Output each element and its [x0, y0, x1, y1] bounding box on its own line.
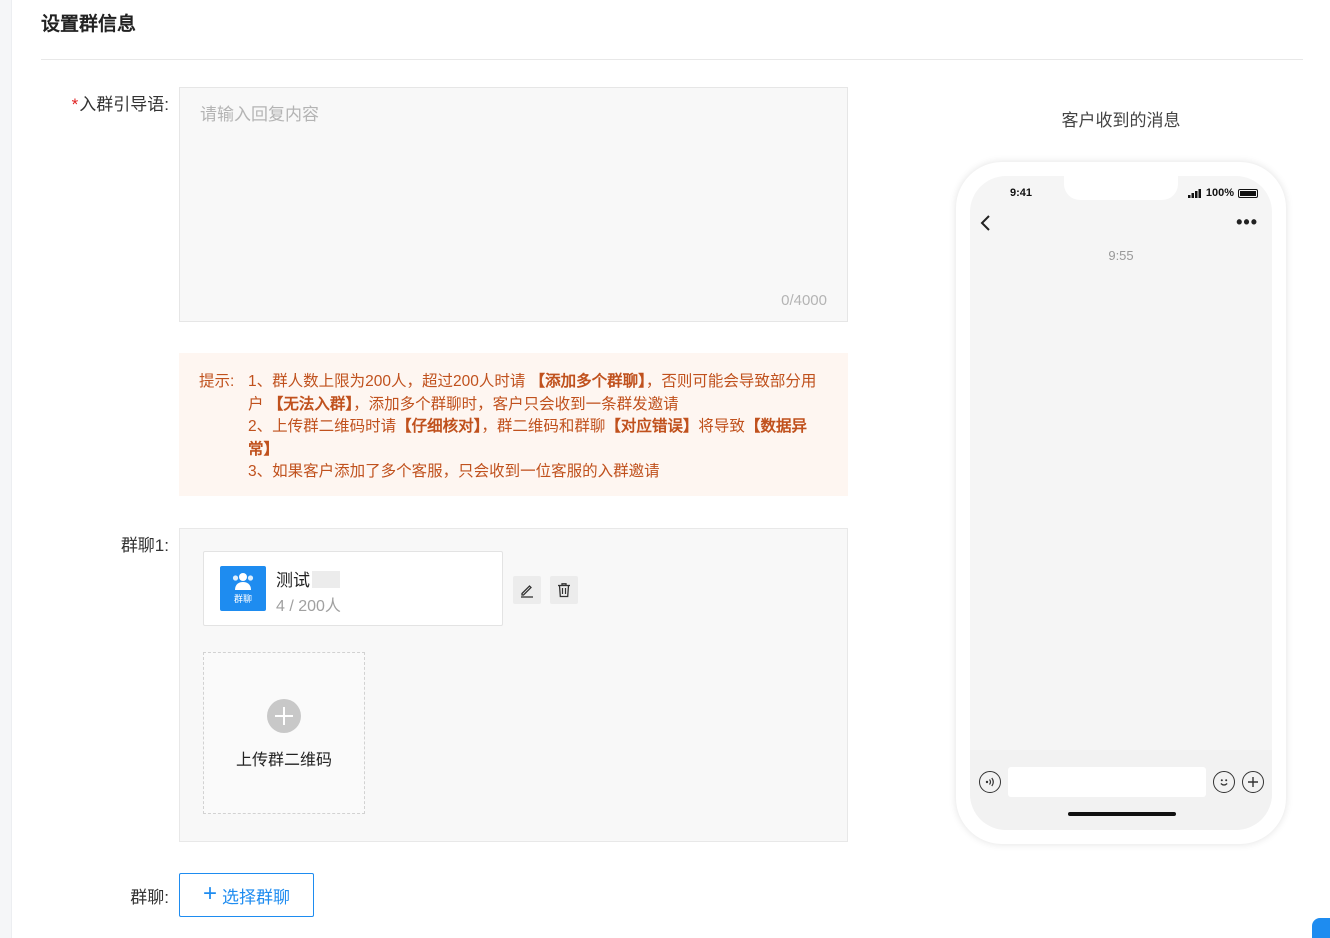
redacted-mask	[312, 571, 340, 588]
title-divider	[41, 59, 1303, 60]
guide-textarea-box: 0/4000	[179, 87, 848, 322]
chat-input-bar	[970, 750, 1272, 830]
left-rail	[0, 0, 12, 938]
phone-screen: 9:41 100% ••• 9:55	[970, 176, 1272, 830]
group-name-wrap: 测试	[276, 566, 340, 591]
tip-text: 1、群人数上限为200人，超过200人时请	[248, 373, 530, 390]
upload-plus-icon	[267, 699, 301, 733]
group-name: 测试	[276, 571, 310, 590]
trash-icon	[558, 583, 570, 598]
signal-icon	[1187, 188, 1201, 198]
battery-icon	[1238, 188, 1258, 198]
group-box: 群聊 测试 4 / 200人 上传群二维码	[179, 528, 848, 842]
tip-text: ，添加多个群聊时，客户只会收到一条群发邀请	[353, 395, 679, 413]
tip-prefix: 提示:	[199, 373, 235, 390]
tip-emphasis: 【仔细核对】	[396, 418, 482, 436]
upload-qrcode-box[interactable]: 上传群二维码	[203, 652, 365, 814]
page-title: 设置群信息	[41, 14, 137, 35]
floating-help-button[interactable]	[1312, 918, 1330, 938]
tip-emphasis: 【对应错误】	[605, 418, 699, 436]
group-label: 群聊:	[130, 888, 169, 907]
add-icon[interactable]	[1242, 771, 1264, 793]
guide-label-text: 入群引导语:	[79, 95, 169, 114]
tip-box: 提示: 1、群人数上限为200人，超过200人时请 【添加多个群聊】，否则可能会…	[179, 353, 848, 496]
tip-emphasis: 【无法入群】	[267, 395, 354, 413]
guide-label: *入群引导语:	[9, 90, 169, 115]
pencil-icon	[521, 585, 533, 598]
group-member-count: 4 / 200人	[276, 598, 341, 615]
tip-lines: 1、群人数上限为200人，超过200人时请 【添加多个群聊】，否则可能会导致部分…	[248, 371, 830, 484]
tip-text: ，群二维码和群聊	[481, 418, 606, 436]
char-counter: 0/4000	[781, 292, 827, 309]
phone-preview: 9:41 100% ••• 9:55	[956, 162, 1286, 844]
select-group-button[interactable]: + 选择群聊	[179, 873, 314, 917]
upload-label: 上传群二维码	[235, 752, 332, 769]
more-icon[interactable]: •••	[1236, 212, 1258, 233]
tip-line-1: 1、群人数上限为200人，超过200人时请 【添加多个群聊】，否则可能会导致部分…	[248, 371, 830, 416]
emoji-icon[interactable]	[1213, 771, 1235, 793]
chat-text-input[interactable]	[1008, 767, 1206, 797]
group1-label: 群聊1:	[120, 536, 169, 555]
preview-title: 客户收到的消息	[1061, 111, 1181, 130]
select-group-label: 选择群聊	[222, 887, 290, 907]
battery-percent: 100%	[1205, 187, 1234, 199]
status-time: 9:41	[1010, 187, 1033, 199]
edit-button[interactable]	[513, 576, 541, 604]
group-card: 群聊 测试 4 / 200人	[203, 551, 503, 626]
tip-line-3: 3、如果客户添加了多个客服，只会收到一位客服的入群邀请	[248, 463, 660, 481]
required-mark: *	[71, 95, 79, 114]
guide-textarea[interactable]	[180, 88, 847, 321]
back-chevron-icon[interactable]	[980, 214, 992, 232]
tip-text: 2、上传群二维码时请	[248, 418, 397, 436]
avatar-tag: 群聊	[233, 594, 252, 604]
tip-line-2: 2、上传群二维码时请【仔细核对】，群二维码和群聊【对应错误】将导致【数据异常】	[248, 416, 830, 461]
group-people-icon	[232, 573, 254, 590]
voice-icon[interactable]	[979, 771, 1001, 793]
delete-button[interactable]	[550, 576, 578, 604]
status-right: 100%	[1187, 187, 1258, 199]
home-indicator	[1068, 812, 1176, 816]
phone-notch	[1064, 176, 1178, 200]
chat-time: 9:55	[1108, 248, 1134, 263]
tip-text: 将导致	[698, 418, 745, 436]
plus-icon: +	[202, 880, 217, 907]
tip-emphasis: 【添加多个群聊】	[529, 373, 646, 390]
group-avatar: 群聊	[220, 566, 266, 611]
